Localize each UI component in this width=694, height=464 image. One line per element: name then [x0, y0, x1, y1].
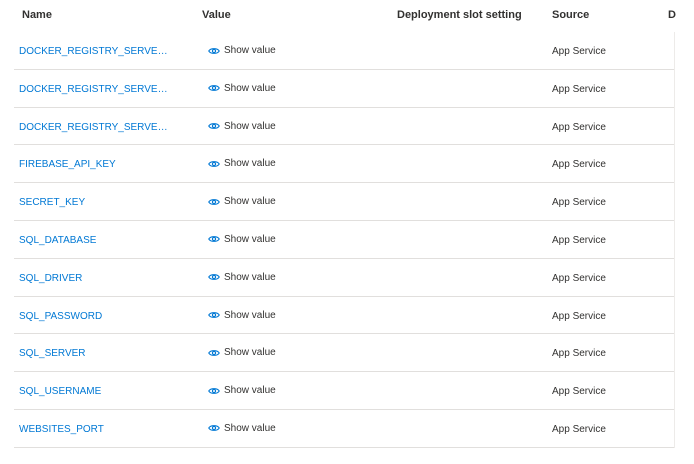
- eye-icon: [208, 160, 220, 167]
- show-value-label: Show value: [224, 233, 276, 245]
- show-value-label: Show value: [224, 385, 276, 397]
- source-value: App Service: [552, 159, 606, 171]
- setting-name-link[interactable]: WEBSITES_PORT: [19, 424, 104, 435]
- show-value-button[interactable]: Show value: [208, 310, 276, 321]
- setting-name-link[interactable]: SQL_DATABASE: [19, 235, 96, 246]
- setting-name-link[interactable]: SQL_PASSWORD: [19, 311, 102, 322]
- show-value-button[interactable]: Show value: [208, 272, 276, 283]
- setting-name-link[interactable]: FIREBASE_API_KEY: [19, 159, 116, 170]
- show-value-label: Show value: [224, 120, 276, 132]
- show-value-button[interactable]: Show value: [208, 234, 276, 245]
- setting-name-link[interactable]: DOCKER_REGISTRY_SERVER_U...: [19, 84, 169, 95]
- eye-icon: [208, 236, 220, 243]
- source-value: App Service: [552, 83, 606, 95]
- setting-name-link[interactable]: SQL_SERVER: [19, 348, 86, 359]
- source-value: App Service: [552, 272, 606, 284]
- eye-icon: [208, 85, 220, 92]
- show-value-label: Show value: [224, 196, 276, 208]
- show-value-label: Show value: [224, 158, 276, 170]
- source-value: App Service: [552, 234, 606, 246]
- show-value-button[interactable]: Show value: [208, 158, 276, 169]
- table-row: SQL_USERNAME Show value App Service: [0, 372, 694, 410]
- table-row: DOCKER_REGISTRY_SERVER_P... Show value A…: [0, 32, 694, 70]
- table-row: DOCKER_REGISTRY_SERVER_U... Show value A…: [0, 108, 694, 146]
- show-value-button[interactable]: Show value: [208, 347, 276, 358]
- table-header: Name Value Deployment slot setting Sourc…: [0, 0, 694, 32]
- source-value: App Service: [552, 46, 606, 57]
- table-row: SQL_PASSWORD Show value App Service: [0, 297, 694, 335]
- source-value: App Service: [552, 197, 606, 209]
- table-row: DOCKER_REGISTRY_SERVER_U... Show value A…: [0, 70, 694, 108]
- show-value-label: Show value: [224, 422, 276, 434]
- table-row: SECRET_KEY Show value App Service: [0, 183, 694, 221]
- table-row: SQL_DATABASE Show value App Service: [0, 221, 694, 259]
- table-row: SQL_SERVER Show value App Service: [0, 334, 694, 372]
- show-value-label: Show value: [224, 271, 276, 283]
- show-value-button[interactable]: Show value: [208, 196, 276, 207]
- source-value: App Service: [552, 348, 606, 360]
- setting-name-link[interactable]: SQL_DRIVER: [19, 273, 82, 284]
- eye-icon: [208, 425, 220, 432]
- eye-icon: [208, 47, 220, 54]
- show-value-label: Show value: [224, 347, 276, 359]
- show-value-button[interactable]: Show value: [208, 423, 276, 434]
- column-header-truncated[interactable]: D: [668, 9, 676, 21]
- source-value: App Service: [552, 310, 606, 322]
- eye-icon: [208, 123, 220, 130]
- column-header-deployment-slot-setting[interactable]: Deployment slot setting: [397, 9, 522, 21]
- eye-icon: [208, 312, 220, 319]
- show-value-button[interactable]: Show value: [208, 121, 276, 132]
- column-header-name[interactable]: Name: [22, 9, 52, 21]
- show-value-label: Show value: [224, 309, 276, 321]
- show-value-button[interactable]: Show value: [208, 45, 276, 56]
- show-value-label: Show value: [224, 45, 276, 56]
- table-row: FIREBASE_API_KEY Show value App Service: [0, 145, 694, 183]
- eye-icon: [208, 198, 220, 205]
- source-value: App Service: [552, 423, 606, 435]
- table-row: SQL_DRIVER Show value App Service: [0, 259, 694, 297]
- source-value: App Service: [552, 386, 606, 398]
- app-settings-table: Name Value Deployment slot setting Sourc…: [0, 0, 694, 464]
- eye-icon: [208, 274, 220, 281]
- setting-name-link[interactable]: SECRET_KEY: [19, 197, 85, 208]
- show-value-label: Show value: [224, 82, 276, 94]
- column-header-source[interactable]: Source: [552, 9, 589, 21]
- setting-name-link[interactable]: DOCKER_REGISTRY_SERVER_P...: [19, 46, 169, 57]
- source-value: App Service: [552, 121, 606, 133]
- table-row: WEBSITES_PORT Show value App Service: [0, 410, 694, 448]
- eye-icon: [208, 387, 220, 394]
- setting-name-link[interactable]: DOCKER_REGISTRY_SERVER_U...: [19, 122, 169, 133]
- show-value-button[interactable]: Show value: [208, 385, 276, 396]
- table-body: DOCKER_REGISTRY_SERVER_P... Show value A…: [0, 32, 694, 448]
- setting-name-link[interactable]: SQL_USERNAME: [19, 386, 101, 397]
- show-value-button[interactable]: Show value: [208, 83, 276, 94]
- column-header-value[interactable]: Value: [202, 9, 231, 21]
- eye-icon: [208, 349, 220, 356]
- column-divider: [674, 32, 675, 448]
